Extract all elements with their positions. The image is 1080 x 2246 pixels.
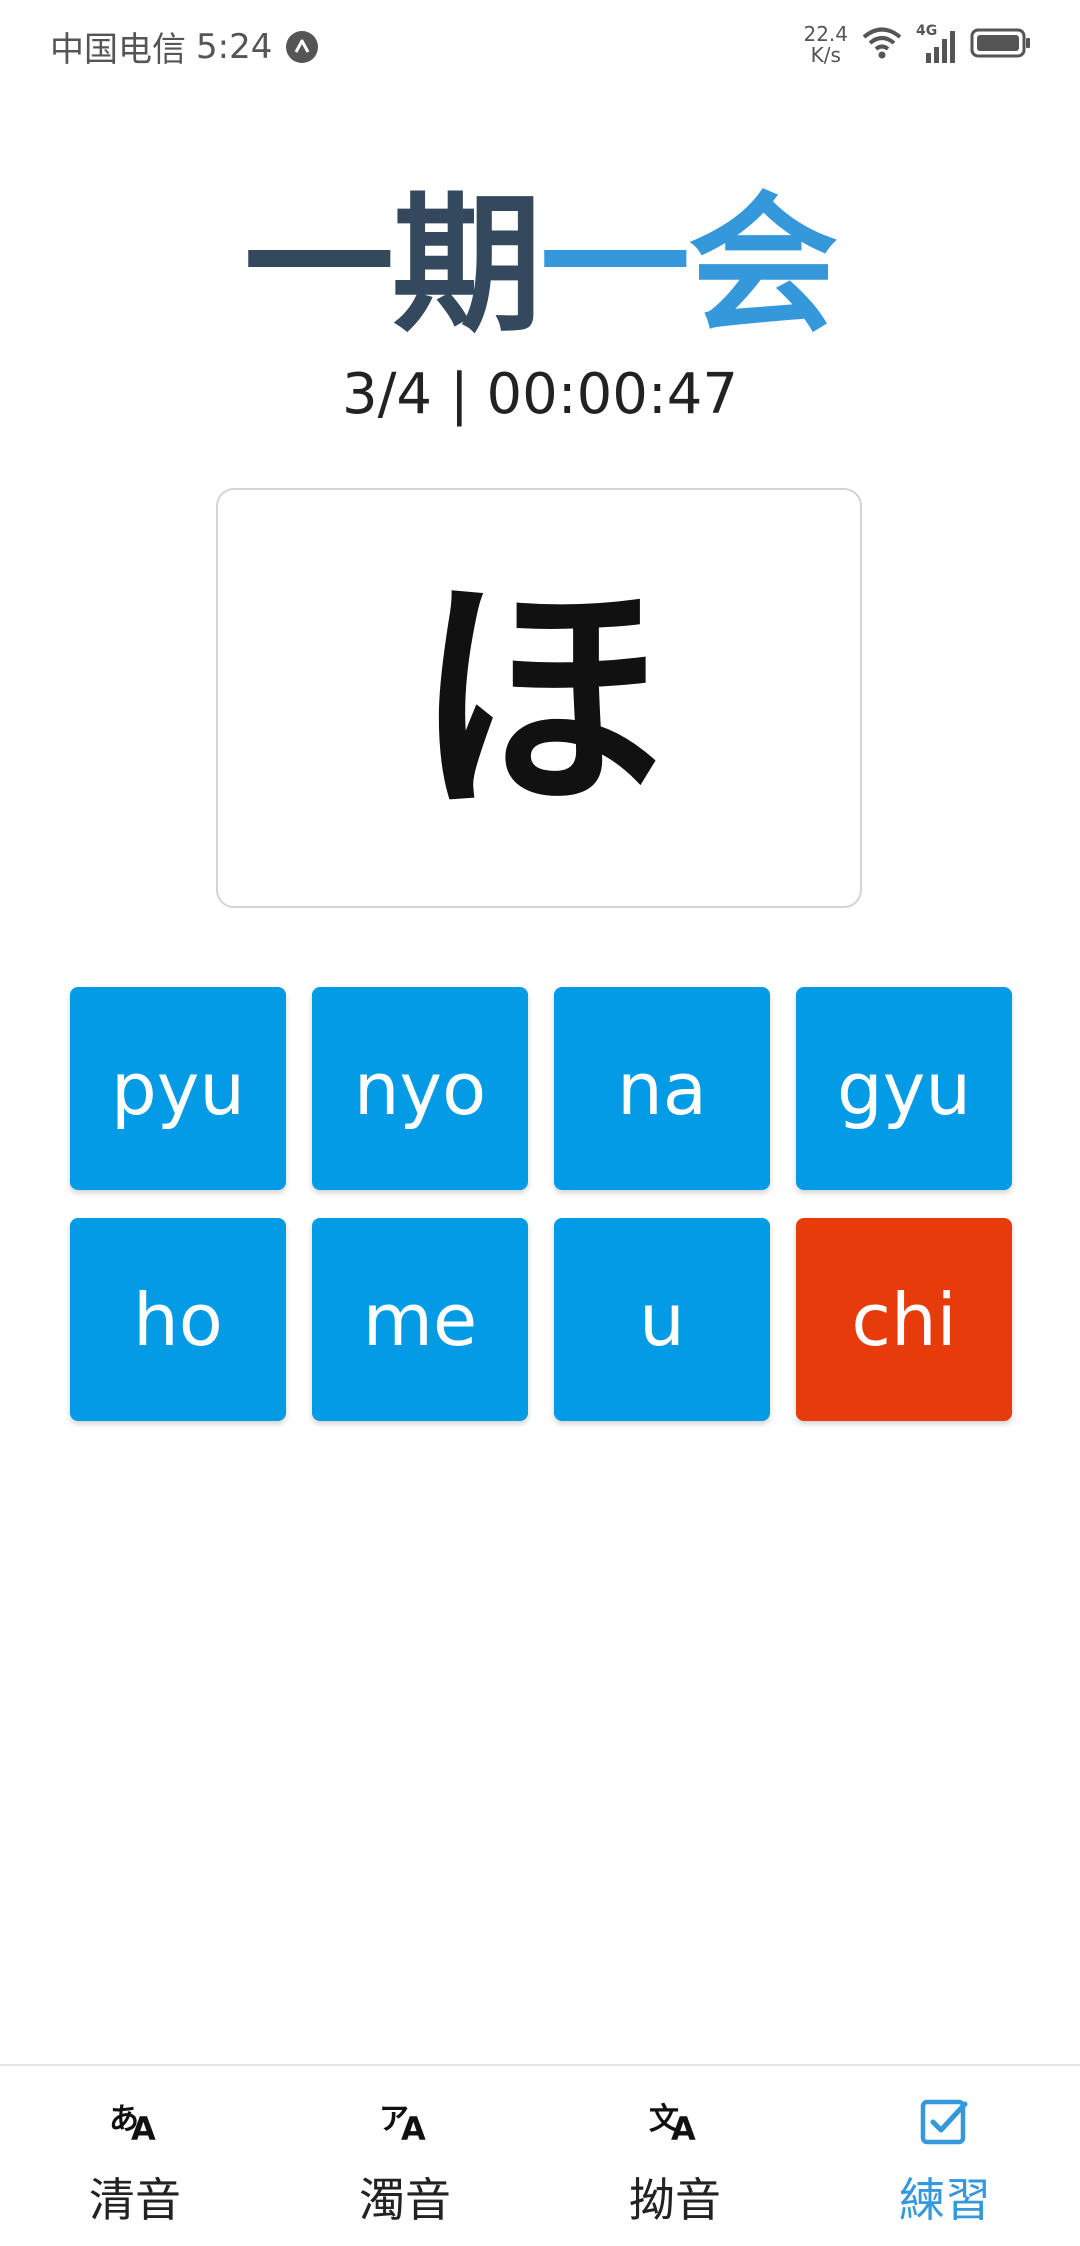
- answer-button[interactable]: u: [554, 1218, 770, 1421]
- checkbox-icon: [919, 2094, 971, 2150]
- bottom-navigation: あ A 清音 ア A 濁音 文 A 拗音 練習: [0, 2064, 1080, 2246]
- tab-seion[interactable]: あ A 清音: [0, 2066, 270, 2246]
- tab-label: 練習: [899, 2173, 991, 2227]
- progress-timer: 3/4 | 00:00:47: [341, 362, 739, 427]
- kana-character: ほ: [414, 551, 664, 845]
- kana-card: ほ: [216, 488, 862, 908]
- tab-youon[interactable]: 文 A 拗音: [540, 2066, 810, 2246]
- net-speed-unit: K/s: [810, 43, 841, 67]
- signal-icon: 4G: [916, 23, 956, 65]
- answer-button-wrong[interactable]: chi: [796, 1218, 1012, 1421]
- answer-button[interactable]: me: [312, 1218, 528, 1421]
- app-title: 一期一会: [0, 175, 1080, 355]
- answer-button[interactable]: na: [554, 987, 770, 1190]
- tab-label: 拗音: [629, 2173, 721, 2227]
- battery-icon: [970, 27, 1032, 63]
- tab-label: 濁音: [359, 2173, 451, 2227]
- answer-button[interactable]: gyu: [796, 987, 1012, 1190]
- answer-grid: pyu nyo na gyu ho me u chi: [70, 987, 1012, 1421]
- tab-practice[interactable]: 練習: [810, 2066, 1080, 2246]
- answer-button[interactable]: pyu: [70, 987, 286, 1190]
- status-left: 中国电信 5:24: [50, 22, 319, 71]
- tab-label: 清音: [89, 2173, 181, 2227]
- status-bar: 中国电信 5:24 22.4 K/s 4G: [0, 0, 1080, 90]
- network-speed: 22.4 K/s: [803, 24, 848, 66]
- net-speed-value: 22.4: [803, 22, 848, 46]
- navigation-badge-icon: [286, 30, 319, 63]
- hiragana-translate-icon: あ A: [109, 2102, 156, 2148]
- title-part-blue: 一会: [540, 177, 838, 353]
- tab-dakuon[interactable]: ア A 濁音: [270, 2066, 540, 2246]
- title-part-dark: 一期: [243, 177, 542, 353]
- status-right: 22.4 K/s 4G: [803, 20, 1032, 70]
- status-time: 5:24: [196, 26, 273, 67]
- answer-button[interactable]: ho: [70, 1218, 286, 1421]
- katakana-translate-icon: ア A: [379, 2102, 426, 2148]
- carrier-name: 中国电信: [50, 30, 186, 70]
- wifi-icon: [862, 26, 902, 64]
- answer-button[interactable]: nyo: [312, 987, 528, 1190]
- translate-icon: 文 A: [649, 2102, 696, 2148]
